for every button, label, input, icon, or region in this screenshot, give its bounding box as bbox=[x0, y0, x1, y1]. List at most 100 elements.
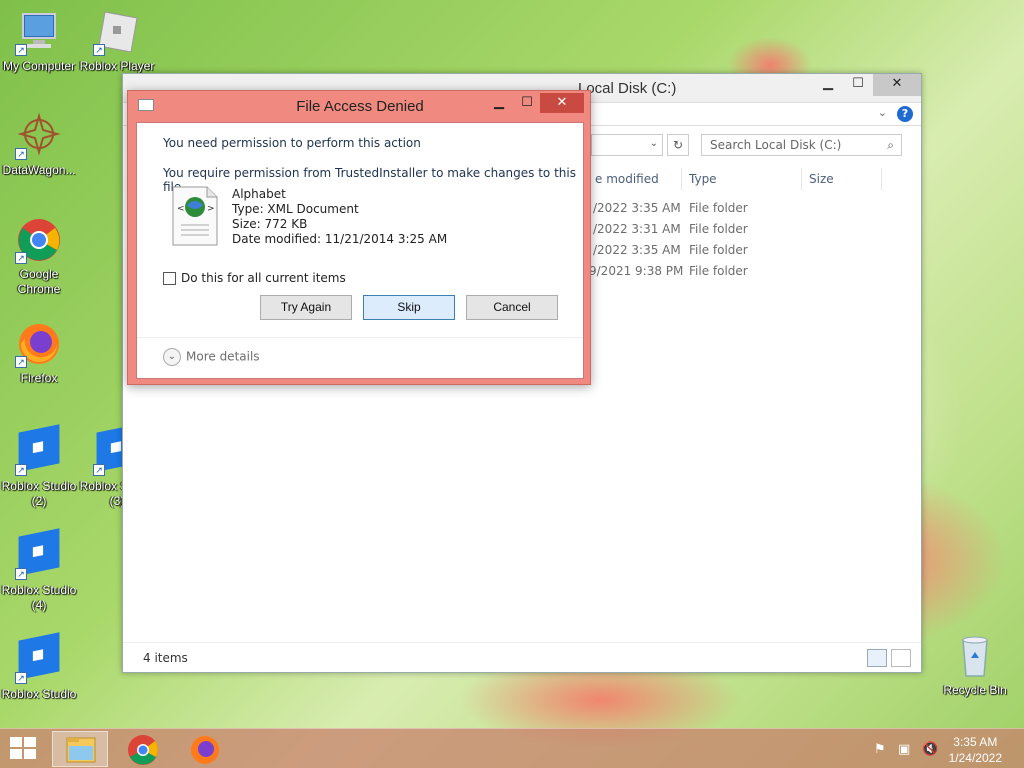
row-date: /2022 3:35 AM bbox=[593, 243, 681, 257]
desktop-icon-google-chrome[interactable]: ↗ Google Chrome bbox=[0, 216, 78, 297]
row-date: /2022 3:31 AM bbox=[593, 222, 681, 236]
roblox-studio-icon: ↗ bbox=[15, 424, 63, 476]
column-separator[interactable] bbox=[801, 168, 802, 190]
maximize-button[interactable]: ☐ bbox=[514, 95, 540, 115]
desktop-icon-label: DataWagon... bbox=[2, 163, 76, 177]
column-header-size[interactable]: Size bbox=[809, 172, 834, 186]
dialog-body: You need permission to perform this acti… bbox=[136, 122, 584, 379]
shortcut-arrow-icon: ↗ bbox=[15, 464, 27, 476]
desktop-icon-label: Firefox bbox=[20, 371, 58, 385]
details-view-icon[interactable] bbox=[867, 649, 887, 667]
desktop-icon-firefox[interactable]: ↗ Firefox bbox=[0, 320, 78, 386]
shortcut-arrow-icon: ↗ bbox=[93, 464, 105, 476]
try-again-button[interactable]: Try Again bbox=[260, 295, 352, 320]
desktop-icon-roblox-studio-4[interactable]: ↗ Roblox Studio (4) bbox=[0, 528, 78, 613]
search-placeholder: Search Local Disk (C:) bbox=[710, 138, 842, 152]
desktop-icon-roblox-player[interactable]: ↗ Roblox Player bbox=[78, 8, 156, 74]
svg-text:>: > bbox=[207, 204, 215, 214]
network-icon[interactable]: ▣ bbox=[898, 742, 914, 757]
desktop-icon-roblox-studio-2[interactable]: ↗ Roblox Studio (2) bbox=[0, 424, 78, 509]
apply-to-all-checkbox[interactable] bbox=[163, 272, 176, 285]
desktop-icon-recycle-bin[interactable]: Recycle Bin bbox=[936, 632, 1014, 698]
xml-document-icon: < > bbox=[171, 185, 219, 247]
taskbar: ⚑ ▣ 🔇 3:35 AM 1/24/2022 bbox=[0, 728, 1024, 768]
desktop-icon-label: Google Chrome bbox=[17, 267, 61, 296]
computer-icon: ↗ bbox=[15, 8, 63, 56]
volume-muted-icon[interactable]: 🔇 bbox=[922, 742, 938, 757]
chrome-icon: ↗ bbox=[15, 216, 63, 264]
taskbar-file-explorer[interactable] bbox=[52, 731, 108, 767]
chevron-down-icon[interactable]: ⌄ bbox=[878, 106, 887, 119]
clock-date: 1/24/2022 bbox=[948, 751, 1002, 765]
cancel-button[interactable]: Cancel bbox=[466, 295, 558, 320]
column-separator[interactable] bbox=[881, 168, 882, 190]
file-name: Alphabet bbox=[232, 187, 286, 201]
chevron-down-icon[interactable]: ⌄ bbox=[163, 348, 181, 366]
column-header-type[interactable]: Type bbox=[689, 172, 717, 186]
clock-time: 3:35 AM bbox=[953, 735, 998, 749]
more-details-toggle[interactable]: ⌄ More details bbox=[163, 348, 260, 366]
window-controls: ▁ ☐ ✕ bbox=[813, 74, 921, 96]
minimize-button[interactable]: ▁ bbox=[813, 74, 843, 96]
recycle-bin-icon bbox=[951, 632, 999, 680]
file-type: Type: XML Document bbox=[232, 202, 359, 216]
checkbox-label: Do this for all current items bbox=[181, 271, 346, 285]
file-size: Size: 772 KB bbox=[232, 217, 308, 231]
folder-icon bbox=[66, 737, 96, 763]
row-date: /2022 3:35 AM bbox=[593, 201, 681, 215]
row-type: File folder bbox=[689, 264, 748, 278]
search-input[interactable]: Search Local Disk (C:) ⌕ bbox=[701, 134, 902, 156]
status-bar: 4 items bbox=[123, 642, 921, 672]
chevron-down-icon[interactable]: ⌄ bbox=[650, 138, 658, 149]
firefox-icon: ↗ bbox=[15, 320, 63, 368]
row-type: File folder bbox=[689, 201, 748, 215]
skip-button[interactable]: Skip bbox=[363, 295, 455, 320]
row-type: File folder bbox=[689, 243, 748, 257]
help-icon[interactable]: ? bbox=[897, 106, 913, 122]
desktop-icon-label: Roblox Studio (2) bbox=[1, 479, 77, 508]
roblox-studio-icon: ↗ bbox=[15, 632, 63, 684]
datawagon-icon: ↗ bbox=[15, 112, 63, 160]
shortcut-arrow-icon: ↗ bbox=[15, 672, 27, 684]
roblox-studio-icon: ↗ bbox=[15, 528, 63, 580]
item-count: 4 items bbox=[143, 651, 188, 665]
desktop-icon-label: Roblox Studio (4) bbox=[1, 583, 77, 612]
desktop-icon-my-computer[interactable]: ↗ My Computer bbox=[0, 8, 78, 74]
dialog-title-bar[interactable]: File Access Denied ▁ ☐ ✕ bbox=[128, 91, 590, 121]
action-center-flag-icon[interactable]: ⚑ bbox=[874, 742, 890, 757]
apply-to-all-row[interactable]: Do this for all current items bbox=[163, 271, 346, 285]
desktop-icon-roblox-studio[interactable]: ↗ Roblox Studio bbox=[0, 632, 78, 702]
column-header-date[interactable]: e modified bbox=[595, 172, 659, 186]
shortcut-arrow-icon: ↗ bbox=[15, 44, 27, 56]
file-access-denied-dialog: File Access Denied ▁ ☐ ✕ You need permis… bbox=[127, 90, 591, 385]
close-button[interactable]: ✕ bbox=[540, 93, 584, 113]
address-bar[interactable]: ⌄ bbox=[591, 134, 663, 156]
refresh-icon[interactable]: ↻ bbox=[667, 134, 689, 156]
file-info: Alphabet Type: XML Document Size: 772 KB… bbox=[232, 187, 447, 247]
taskbar-firefox[interactable] bbox=[177, 731, 233, 767]
system-clock[interactable]: 3:35 AM 1/24/2022 bbox=[949, 734, 1002, 766]
taskbar-chrome[interactable] bbox=[115, 731, 171, 767]
desktop-icon-label: Roblox Studio bbox=[1, 687, 77, 701]
chrome-icon bbox=[128, 735, 158, 765]
shortcut-arrow-icon: ↗ bbox=[15, 356, 27, 368]
large-icons-view-icon[interactable] bbox=[891, 649, 911, 667]
row-date: 9/2021 9:38 PM bbox=[589, 264, 684, 278]
shortcut-arrow-icon: ↗ bbox=[15, 568, 27, 580]
shortcut-arrow-icon: ↗ bbox=[15, 252, 27, 264]
close-button[interactable]: ✕ bbox=[873, 74, 921, 96]
firefox-icon bbox=[191, 736, 219, 764]
roblox-player-icon: ↗ bbox=[93, 8, 141, 56]
desktop-icon-label: Roblox Player bbox=[79, 59, 155, 73]
file-date-modified: Date modified: 11/21/2014 3:25 AM bbox=[232, 232, 448, 246]
dialog-message: You need permission to perform this acti… bbox=[163, 136, 421, 150]
minimize-button[interactable]: ▁ bbox=[486, 95, 512, 115]
divider bbox=[137, 337, 583, 338]
column-separator[interactable] bbox=[681, 168, 682, 190]
maximize-button[interactable]: ☐ bbox=[843, 74, 873, 96]
desktop-icon-label: My Computer bbox=[2, 59, 76, 73]
shortcut-arrow-icon: ↗ bbox=[15, 148, 27, 160]
desktop-icon-datawagon[interactable]: ↗ DataWagon... bbox=[0, 112, 78, 178]
start-button[interactable] bbox=[10, 737, 38, 761]
search-icon[interactable]: ⌕ bbox=[887, 138, 894, 153]
